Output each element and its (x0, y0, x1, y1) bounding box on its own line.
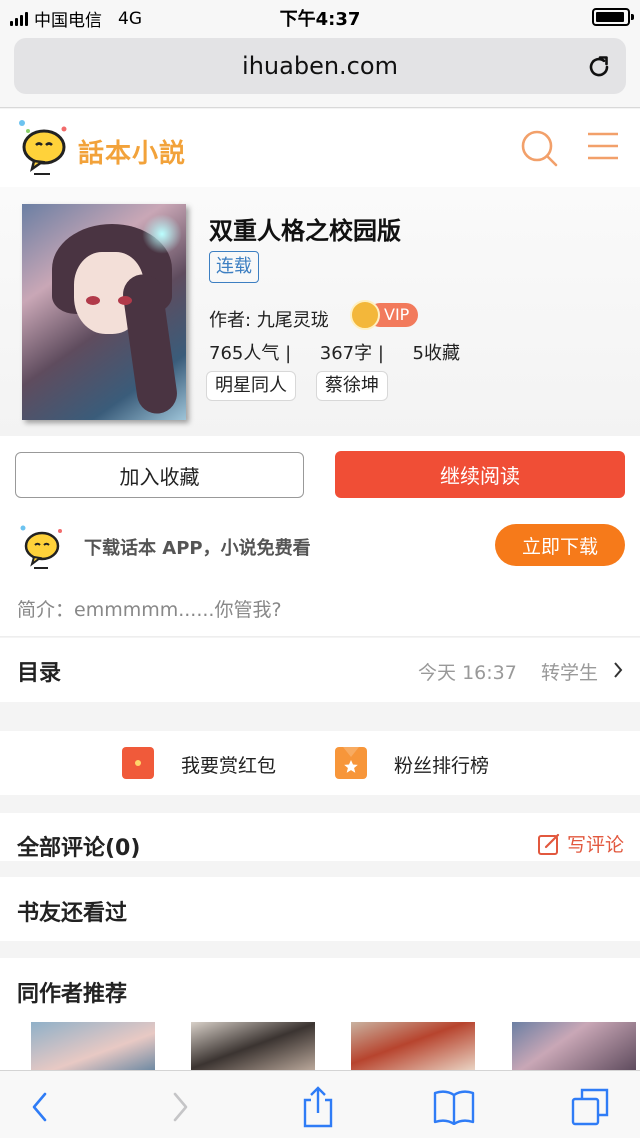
vip-badge: VIP (350, 300, 418, 330)
url-text: ihuaben.com (242, 52, 398, 80)
address-bar[interactable]: ihuaben.com (14, 38, 626, 94)
tag-chip[interactable]: 明星同人 (206, 371, 296, 401)
back-button[interactable] (18, 1085, 62, 1129)
toc-title: 目录 (17, 661, 62, 686)
crown-icon (350, 300, 380, 330)
same-author-title: 同作者推荐 (17, 982, 128, 1007)
table-of-contents[interactable]: 目录 今天 16:37 转学生 (0, 638, 640, 702)
book-thumbnail[interactable] (512, 1022, 636, 1070)
chevron-right-icon (173, 1092, 188, 1122)
status-badge: 连载 (209, 251, 259, 283)
forward-button[interactable] (158, 1085, 202, 1129)
promo-text: 下载话本 APP，小说免费看 (84, 538, 311, 559)
book-title: 双重人格之校园版 (209, 217, 401, 245)
book-thumbnail[interactable] (31, 1022, 155, 1070)
browser-toolbar (0, 1070, 640, 1138)
browser-address-area: ihuaben.com (0, 34, 640, 108)
book-open-icon (433, 1090, 475, 1125)
clock: 下午4:37 (279, 9, 361, 30)
book-stats: 765人气 | 367字 | 5收藏 (209, 343, 460, 364)
fan-rank-link[interactable]: 粉丝排行榜 (394, 751, 489, 778)
book-thumbnail[interactable] (191, 1022, 315, 1070)
menu-icon[interactable] (586, 131, 620, 161)
logo-text: 話本小説 (78, 139, 187, 169)
share-button[interactable] (296, 1085, 340, 1129)
also-read-title: 书友还看过 (17, 901, 128, 926)
status-bar: 中国电信 4G 下午4:37 (0, 0, 640, 34)
app-logo-icon (20, 525, 62, 569)
write-comment-label: 写评论 (566, 834, 624, 856)
logo-mascot-icon (19, 120, 67, 175)
book-actions: 加入收藏 继续阅读 (0, 436, 640, 514)
author-name[interactable]: 作者: 九尾灵珑 (209, 306, 329, 332)
book-cover[interactable] (22, 204, 186, 420)
site-header: 話本小説 (0, 109, 640, 187)
site-logo[interactable]: 話本小説 (16, 117, 196, 181)
same-author-section: 同作者推荐 (0, 958, 640, 1070)
battery-icon (592, 8, 634, 26)
reward-row: 我要赏红包 粉丝排行榜 (0, 731, 640, 795)
chevron-right-icon (614, 662, 623, 678)
chevron-left-icon (32, 1092, 47, 1122)
book-info: 双重人格之校园版 连载 作者: 九尾灵珑 VIP 765人气 | 367字 | … (0, 187, 640, 436)
tag-chip[interactable]: 蔡徐坤 (316, 371, 388, 401)
download-app-button[interactable]: 立即下载 (495, 524, 625, 566)
comments-title: 全部评论(0) (17, 836, 141, 861)
fan-rank-icon[interactable] (335, 747, 367, 779)
latest-chapter[interactable]: 今天 16:37 转学生 (418, 658, 598, 685)
tabs-icon (571, 1088, 609, 1126)
reload-icon[interactable] (586, 54, 612, 80)
tabs-button[interactable] (568, 1085, 612, 1129)
share-icon (303, 1086, 333, 1128)
red-packet-link[interactable]: 我要赏红包 (181, 751, 276, 778)
edit-icon (537, 833, 560, 855)
red-packet-icon[interactable] (122, 747, 154, 779)
continue-reading-button[interactable]: 继续阅读 (335, 451, 625, 498)
search-icon[interactable] (520, 129, 558, 167)
comments-section: 全部评论(0) 写评论 (0, 813, 640, 861)
write-comment-button[interactable]: 写评论 (537, 830, 624, 857)
book-summary: 简介：emmmmm......你管我? (0, 580, 640, 637)
bookmarks-button[interactable] (432, 1085, 476, 1129)
add-favorite-button[interactable]: 加入收藏 (15, 452, 304, 498)
book-thumbnail[interactable] (351, 1022, 475, 1070)
also-read-section: 书友还看过 (0, 877, 640, 941)
app-promo: 下载话本 APP，小说免费看 立即下载 (0, 514, 640, 580)
